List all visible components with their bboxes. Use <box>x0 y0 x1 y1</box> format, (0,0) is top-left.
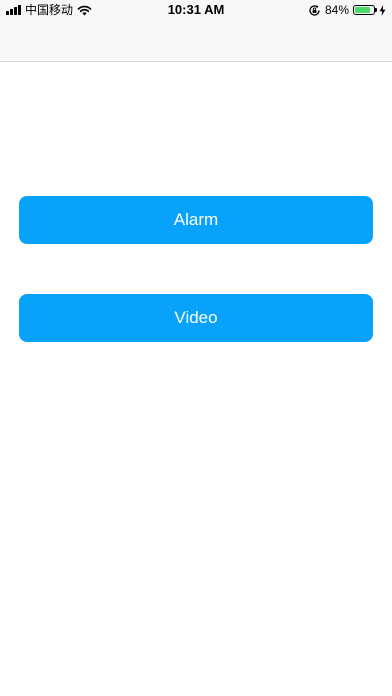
alarm-button-label: Alarm <box>173 210 219 229</box>
battery-percent: 84% <box>324 3 349 17</box>
alarm-button[interactable]: Alarm <box>19 196 373 244</box>
status-bar: 中国移动 10:31 AM 84% <box>0 0 392 20</box>
status-right: 84% <box>308 3 386 17</box>
battery-icon <box>353 5 377 15</box>
video-button[interactable]: Video <box>19 294 373 342</box>
video-button-label: Video <box>174 308 218 327</box>
navigation-bar <box>0 20 392 62</box>
battery-cap <box>375 8 377 12</box>
app-screen: 中国移动 10:31 AM 84% Alarm Video <box>0 0 392 696</box>
battery-fill <box>355 7 371 13</box>
charging-bolt-icon <box>379 4 386 16</box>
orientation-lock-icon <box>309 4 320 16</box>
